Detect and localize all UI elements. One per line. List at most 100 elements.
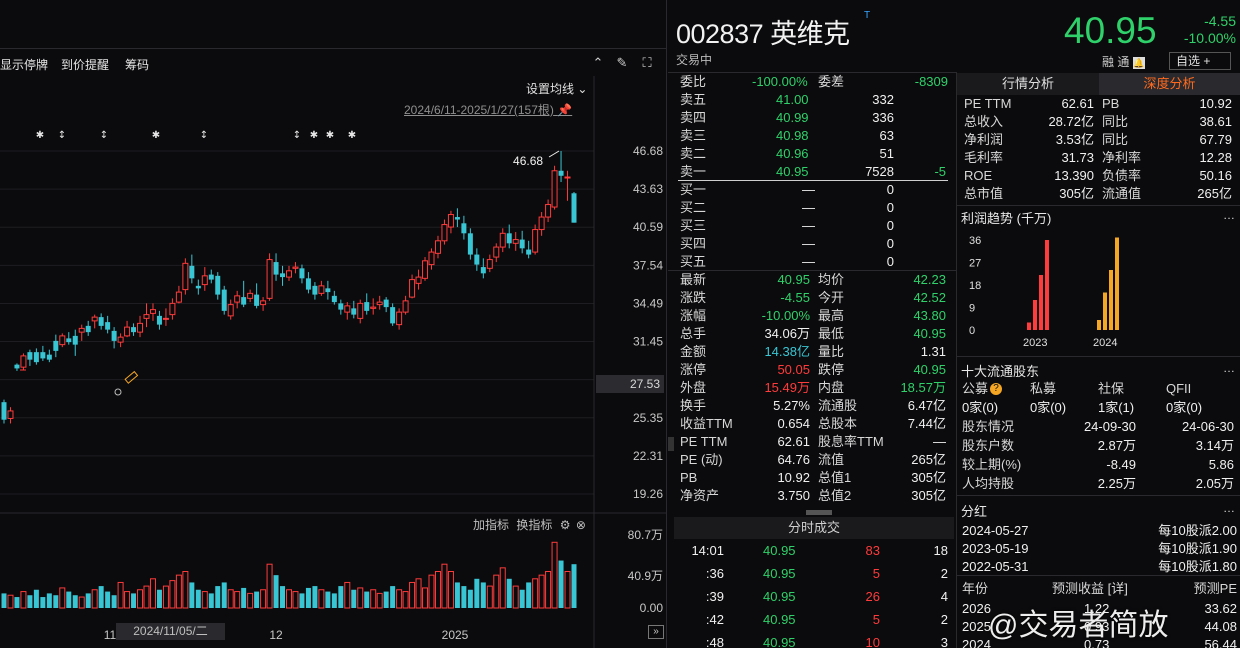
candle-body <box>273 262 279 275</box>
candle-body <box>396 311 403 326</box>
candle-body <box>390 307 396 324</box>
quote-row: 净资产 3.750 总值2 305亿 <box>680 488 946 503</box>
candle-body <box>66 338 72 343</box>
profit-axis-label: 36 <box>969 235 981 247</box>
ask-level-row[interactable]: 卖四 40.99 336 <box>680 109 948 127</box>
crosshair-price-pill: 27.53 <box>596 375 664 393</box>
quote-row: 最新 40.95 均价 42.23 <box>680 272 946 287</box>
fullscreen-icon[interactable]: ⛶ <box>639 55 655 71</box>
candle-body <box>247 292 254 299</box>
double-chevron-right-icon[interactable]: » <box>648 625 664 639</box>
bid-level-row[interactable]: 买四 — 0 <box>680 235 948 253</box>
bell-icon[interactable]: 🔔 <box>1132 57 1145 69</box>
volume-bar <box>189 582 195 608</box>
candle-body <box>286 270 292 278</box>
volume-bar <box>266 563 273 609</box>
bid-level-row[interactable]: 买三 — 0 <box>680 217 948 235</box>
volume-bar <box>506 578 512 608</box>
volume-bar <box>169 580 176 609</box>
volume-bar <box>318 589 325 609</box>
candle-body <box>474 254 480 265</box>
profit-bar <box>1045 240 1049 330</box>
add-watchlist-button[interactable]: 自选 + <box>1169 52 1231 70</box>
volume-indicator-bar: 加指标 换指标 ⚙ ⊗ <box>473 516 586 533</box>
analysis-tabs: 行情分析 深度分析 <box>957 73 1240 95</box>
volume-bar <box>1 593 7 608</box>
chevron-up-circle-icon[interactable]: ⌃ <box>590 55 606 71</box>
pen-draw-icon[interactable]: ✎ <box>614 55 630 71</box>
event-marker-icon: ✱ <box>348 130 356 141</box>
order-ratio-row: 委比 -100.00% 委差 -8309 <box>680 74 948 89</box>
toolbar-chips[interactable]: 筹码 <box>125 56 149 73</box>
high-price-arrow <box>548 150 560 158</box>
quote-row: 涨幅 -10.00% 最高 43.80 <box>680 308 946 323</box>
candle-body <box>72 335 78 345</box>
volume-bar <box>143 585 150 609</box>
candle-body <box>519 239 525 249</box>
candle-body <box>564 176 571 179</box>
candle-body <box>325 288 331 293</box>
bid-level-row[interactable]: 买一 — 0 <box>680 181 948 199</box>
volume-bar <box>493 574 500 609</box>
volume-bar <box>195 589 201 608</box>
ask-level-row[interactable]: 卖五 41.00 332 <box>680 91 948 109</box>
candle-body <box>532 229 539 253</box>
gear-icon[interactable]: ⚙ <box>560 518 571 532</box>
toolbar-show-suspended[interactable]: 显示停牌 <box>0 56 48 73</box>
more-icon[interactable]: … <box>1223 501 1235 515</box>
drag-handle[interactable] <box>806 510 832 515</box>
candle-body <box>149 309 156 314</box>
candle-body <box>85 325 91 333</box>
volume-bar <box>227 589 234 609</box>
bid-level-row[interactable]: 买二 — 0 <box>680 199 948 217</box>
bid-level-row[interactable]: 买五 — 0 <box>680 253 948 271</box>
help-icon[interactable]: ? <box>990 383 1002 395</box>
volume-bar <box>571 564 577 608</box>
price-axis-label: 43.63 <box>633 182 663 196</box>
volume-bar <box>175 574 182 609</box>
quote-row: 金额 14.38亿 量比 1.31 <box>680 344 946 359</box>
volume-bar <box>357 587 364 609</box>
volume-bar <box>117 581 124 609</box>
quote-row: 涨跌 -4.55 今开 42.52 <box>680 290 946 305</box>
candle-body <box>486 259 493 269</box>
add-indicator-button[interactable]: 加指标 <box>473 518 509 532</box>
tick-trade-row: :36 40.95 5 2 <box>705 566 948 581</box>
toolbar-price-alert[interactable]: 到价提醒 <box>61 56 109 73</box>
volume-bar <box>486 585 493 609</box>
price-axis-label: 19.26 <box>633 487 663 501</box>
volume-bar <box>131 593 137 608</box>
ask-level-row[interactable]: 卖一 40.95 7528 -5 <box>680 163 948 181</box>
candle-body <box>428 251 435 266</box>
volume-bar <box>474 578 480 608</box>
profit-year-label: 2023 <box>1023 337 1047 349</box>
volume-bar <box>137 589 144 609</box>
volume-bar <box>447 571 454 609</box>
collapse-handle[interactable] <box>668 437 674 451</box>
candle-body <box>545 204 552 218</box>
kline-svg[interactable]: 46.6843.6340.5937.5434.4931.4528.4025.35… <box>0 76 667 648</box>
tab-deep-analysis[interactable]: 深度分析 <box>1099 73 1240 95</box>
candle-body <box>105 322 111 330</box>
ask-level-row[interactable]: 卖二 40.96 51 <box>680 145 948 163</box>
margin-connect-icons[interactable]: 融 通 🔔 <box>1102 53 1145 70</box>
quote-row: 外盘 15.49万 内盘 18.57万 <box>680 380 946 395</box>
candle-body <box>40 352 46 359</box>
profit-bar <box>1033 300 1037 330</box>
volume-bar <box>40 597 46 608</box>
volume-bar <box>338 586 344 608</box>
candle-body <box>331 295 337 303</box>
ask-level-row[interactable]: 卖三 40.98 63 <box>680 127 948 145</box>
financial-row: ROE 13.390 负债率 50.16 <box>964 168 1232 183</box>
candle-body <box>344 305 351 313</box>
close-icon[interactable]: ⊗ <box>576 518 586 532</box>
volume-bar <box>286 589 292 609</box>
volume-bar <box>33 589 39 608</box>
more-icon[interactable]: … <box>1223 361 1235 375</box>
tab-market-analysis[interactable]: 行情分析 <box>957 73 1099 95</box>
quote-row: 总手 34.06万 最低 40.95 <box>680 326 946 341</box>
volume-bar <box>66 591 72 608</box>
change-indicator-button[interactable]: 换指标 <box>516 518 552 532</box>
forecast-row: 2024 0.73 56.44 <box>962 637 1237 648</box>
more-icon[interactable]: … <box>1223 208 1235 222</box>
